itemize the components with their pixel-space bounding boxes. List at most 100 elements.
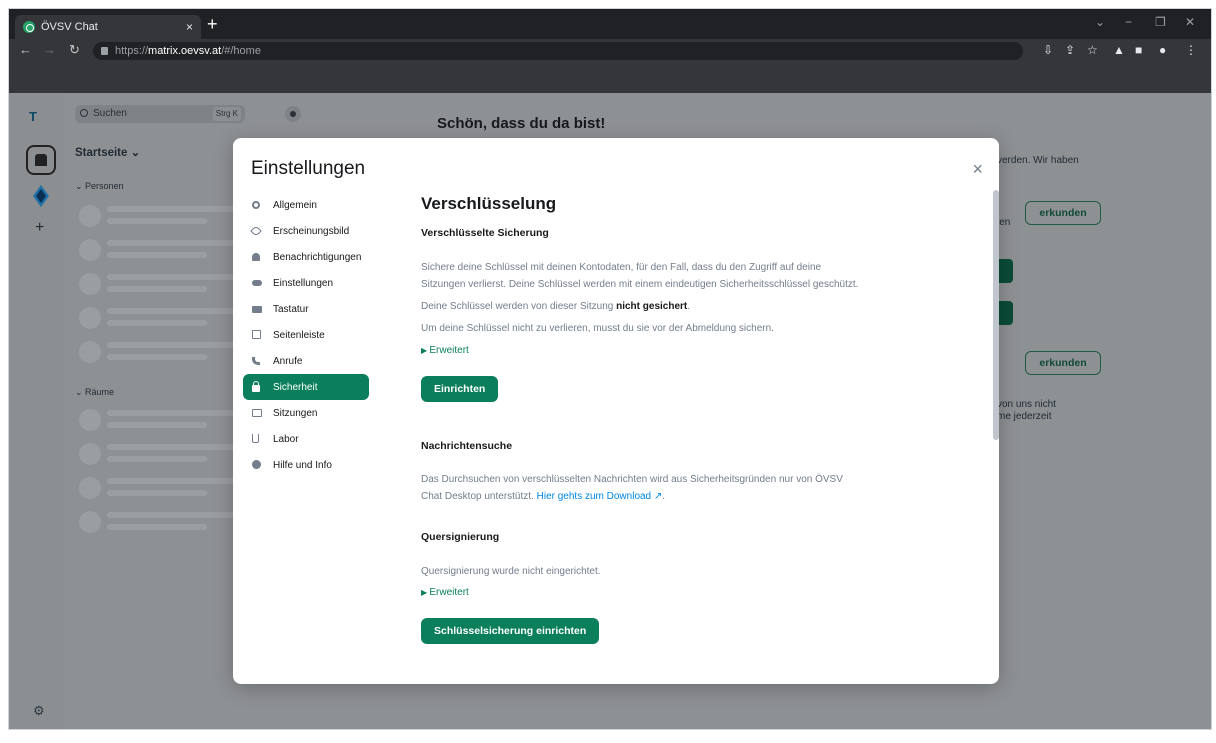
- tab-label: Tastatur: [273, 303, 309, 315]
- tab-label: Allgemein: [273, 199, 317, 211]
- explore-button[interactable]: erkunden: [1025, 351, 1101, 375]
- tab-label: Einstellungen: [273, 277, 334, 289]
- skeleton-avatar: [79, 477, 101, 499]
- key-backup-button[interactable]: Schlüsselsicherung einrichten: [421, 618, 600, 644]
- background-text: me jederzeit: [997, 411, 1052, 422]
- phone-icon: [252, 357, 260, 365]
- tab-tastatur[interactable]: Tastatur: [243, 296, 369, 322]
- skeleton-line: [107, 252, 207, 258]
- eye-icon: [250, 225, 262, 237]
- tab-label: Sicherheit: [273, 381, 318, 393]
- section-people-label: Personen: [85, 181, 124, 191]
- flask-icon: [252, 434, 259, 443]
- section-rooms-header[interactable]: ⌄ Räume: [75, 387, 114, 398]
- space-avatar[interactable]: T: [29, 109, 37, 124]
- setup-button[interactable]: Einrichten: [421, 376, 499, 402]
- gear-icon: [252, 201, 260, 209]
- minimize-button[interactable]: −: [1125, 15, 1132, 29]
- oevsv-diamond-icon[interactable]: [33, 185, 49, 207]
- backup-status-suffix: .: [687, 301, 691, 312]
- tab-benachrichtigungen[interactable]: Benachrichtigungen: [243, 244, 369, 270]
- bookmark-star-icon[interactable]: ☆: [1087, 43, 1098, 57]
- tab-labor[interactable]: Labor: [243, 426, 369, 452]
- skeleton-avatar: [79, 205, 101, 227]
- download-link[interactable]: Hier gehts zum Download ↗: [537, 491, 663, 502]
- tab-sitzungen[interactable]: Sitzungen: [243, 400, 369, 426]
- explore-rooms-icon[interactable]: [285, 106, 301, 122]
- new-tab-button[interactable]: +: [207, 14, 218, 34]
- skeleton-line: [107, 490, 207, 496]
- scrollbar[interactable]: [993, 190, 999, 440]
- forward-arrow-icon[interactable]: →: [43, 42, 56, 57]
- skeleton-avatar: [79, 273, 101, 295]
- profile-icon[interactable]: ●: [1159, 43, 1166, 57]
- explore-button[interactable]: erkunden: [1025, 201, 1101, 225]
- window-close-button[interactable]: ✕: [1185, 15, 1195, 29]
- skeleton-avatar: [79, 443, 101, 465]
- quick-settings-icon[interactable]: ⚙: [33, 703, 45, 719]
- tab-label: Anrufe: [273, 355, 303, 367]
- tab-label: Hilfe und Info: [273, 459, 332, 471]
- tab-allgemein[interactable]: Allgemein: [243, 192, 369, 218]
- backup-description-line-1: Sichere deine Schlüssel mit deinen Konto…: [421, 262, 822, 273]
- browser-tab[interactable]: ÖVSV Chat ×: [15, 15, 201, 39]
- section-rooms-label: Räume: [85, 387, 115, 397]
- help-icon: [252, 460, 261, 469]
- background-button[interactable]: [997, 301, 1013, 325]
- url-path: /#/home: [221, 45, 261, 57]
- share-icon[interactable]: ⇪: [1065, 43, 1075, 57]
- reload-icon[interactable]: ↻: [69, 42, 80, 58]
- install-icon[interactable]: ⇩: [1043, 43, 1053, 57]
- home-space-button[interactable]: [26, 145, 56, 175]
- tab-close-icon[interactable]: ×: [186, 20, 193, 34]
- back-arrow-icon[interactable]: ←: [19, 42, 32, 57]
- restore-button[interactable]: ❐: [1155, 15, 1166, 29]
- background-button[interactable]: [997, 259, 1013, 283]
- home-icon: [35, 154, 47, 166]
- tab-sicherheit[interactable]: Sicherheit: [243, 374, 369, 400]
- section-people-header[interactable]: ⌄ Personen: [75, 181, 124, 192]
- lock-icon: [252, 381, 260, 392]
- tab-seitenleiste[interactable]: Seitenleiste: [243, 322, 369, 348]
- cross-signing-heading: Quersignierung: [421, 531, 500, 543]
- search-description-line-2: Chat Desktop unterstützt. Hier gehts zum…: [421, 490, 665, 504]
- home-title[interactable]: Startseite ⌄: [75, 145, 140, 159]
- tab-label: Sitzungen: [273, 407, 318, 419]
- tab-label: Seitenleiste: [273, 329, 325, 341]
- tab-anrufe[interactable]: Anrufe: [243, 348, 369, 374]
- search-input[interactable]: Suchen Strg K: [75, 105, 245, 123]
- close-icon[interactable]: ×: [972, 160, 983, 178]
- skeleton-avatar: [79, 409, 101, 431]
- toggle-icon: [252, 280, 262, 286]
- address-bar[interactable]: https://matrix.oevsv.at/#/home: [93, 42, 1023, 60]
- backup-hint: Um deine Schlüssel nicht zu verlieren, m…: [421, 323, 774, 334]
- chevron-down-icon[interactable]: ⌄: [1095, 15, 1105, 29]
- skeleton-line: [107, 320, 207, 326]
- backup-heading: Verschlüsselte Sicherung: [421, 227, 549, 239]
- browser-toolbar: ← → ↻ https://matrix.oevsv.at/#/home ⇩ ⇪…: [9, 39, 1211, 63]
- tab-bar: ÖVSV Chat × + ⌄ − ❐ ✕: [9, 9, 1211, 39]
- tab-einstellungen[interactable]: Einstellungen: [243, 270, 369, 296]
- skeleton-line: [107, 456, 207, 462]
- labs-icon[interactable]: ▲: [1113, 43, 1125, 57]
- tab-title: ÖVSV Chat: [41, 21, 98, 33]
- bell-icon: [252, 253, 260, 261]
- advanced-toggle[interactable]: Erweitert: [421, 345, 468, 356]
- search-heading: Nachrichtensuche: [421, 440, 513, 452]
- url-host: matrix.oevsv.at: [148, 45, 222, 57]
- tab-erscheinungsbild[interactable]: Erscheinungsbild: [243, 218, 369, 244]
- keyboard-icon: [252, 306, 262, 313]
- welcome-heading: Schön, dass du da bist!: [437, 115, 606, 132]
- tab-hilfe-und-info[interactable]: Hilfe und Info: [243, 452, 369, 478]
- background-text: verden. Wir haben: [997, 155, 1079, 166]
- section-heading: Verschlüsselung: [421, 194, 557, 213]
- side-panel-icon[interactable]: ■: [1135, 43, 1142, 57]
- backup-description-line-2: Sitzungen verlierst. Deine Schlüssel wer…: [421, 279, 859, 290]
- backup-status: Deine Schlüssel werden von dieser Sitzun…: [421, 300, 690, 314]
- advanced-toggle[interactable]: Erweitert: [421, 587, 468, 598]
- menu-kebab-icon[interactable]: ⋮: [1185, 43, 1197, 57]
- backup-status-prefix: Deine Schlüssel werden von dieser Sitzun…: [421, 301, 617, 312]
- sidebar-icon: [252, 330, 261, 339]
- add-space-button[interactable]: +: [35, 219, 44, 237]
- search-description-end: .: [662, 491, 666, 502]
